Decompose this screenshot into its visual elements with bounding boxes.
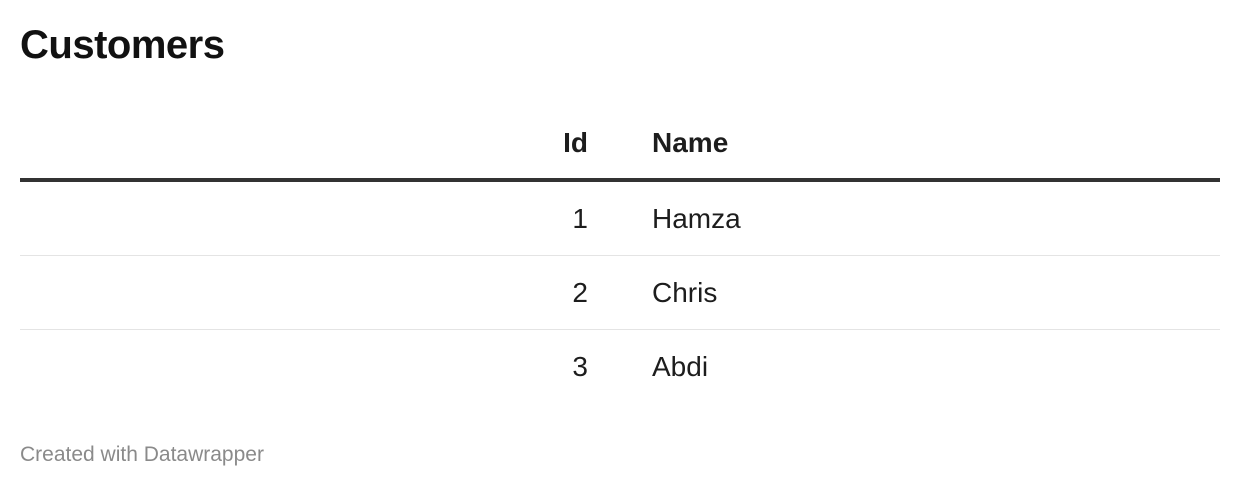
cell-id: 2 — [20, 255, 588, 330]
chart-container: Customers Id Name 1 Hamza 2 Chris 3 Abdi… — [20, 0, 1220, 488]
cell-name: Chris — [652, 255, 1220, 330]
table-header: Id Name — [20, 108, 1220, 182]
header-row: Id Name — [20, 108, 1220, 182]
cell-name: Hamza — [652, 180, 1220, 256]
table-row: 2 Chris — [20, 255, 1220, 330]
table-row: 1 Hamza — [20, 180, 1220, 256]
footer-credit: Created with Datawrapper — [20, 443, 264, 466]
cell-id: 1 — [20, 180, 588, 256]
cell-id: 3 — [572, 350, 588, 382]
column-gap — [588, 330, 652, 404]
column-gap — [588, 180, 652, 256]
table-body: 1 Hamza 2 Chris 3 Abdi — [20, 180, 1220, 403]
table-row: 3 Abdi — [20, 330, 1220, 404]
cell-name: Abdi — [652, 350, 709, 382]
column-gap — [588, 255, 652, 330]
chart-title: Customers — [20, 23, 225, 67]
column-header-id: Id — [20, 108, 588, 182]
column-gap — [588, 108, 652, 182]
column-header-name: Name — [652, 108, 1220, 182]
data-table: Id Name 1 Hamza 2 Chris 3 Abdi — [20, 108, 1220, 403]
